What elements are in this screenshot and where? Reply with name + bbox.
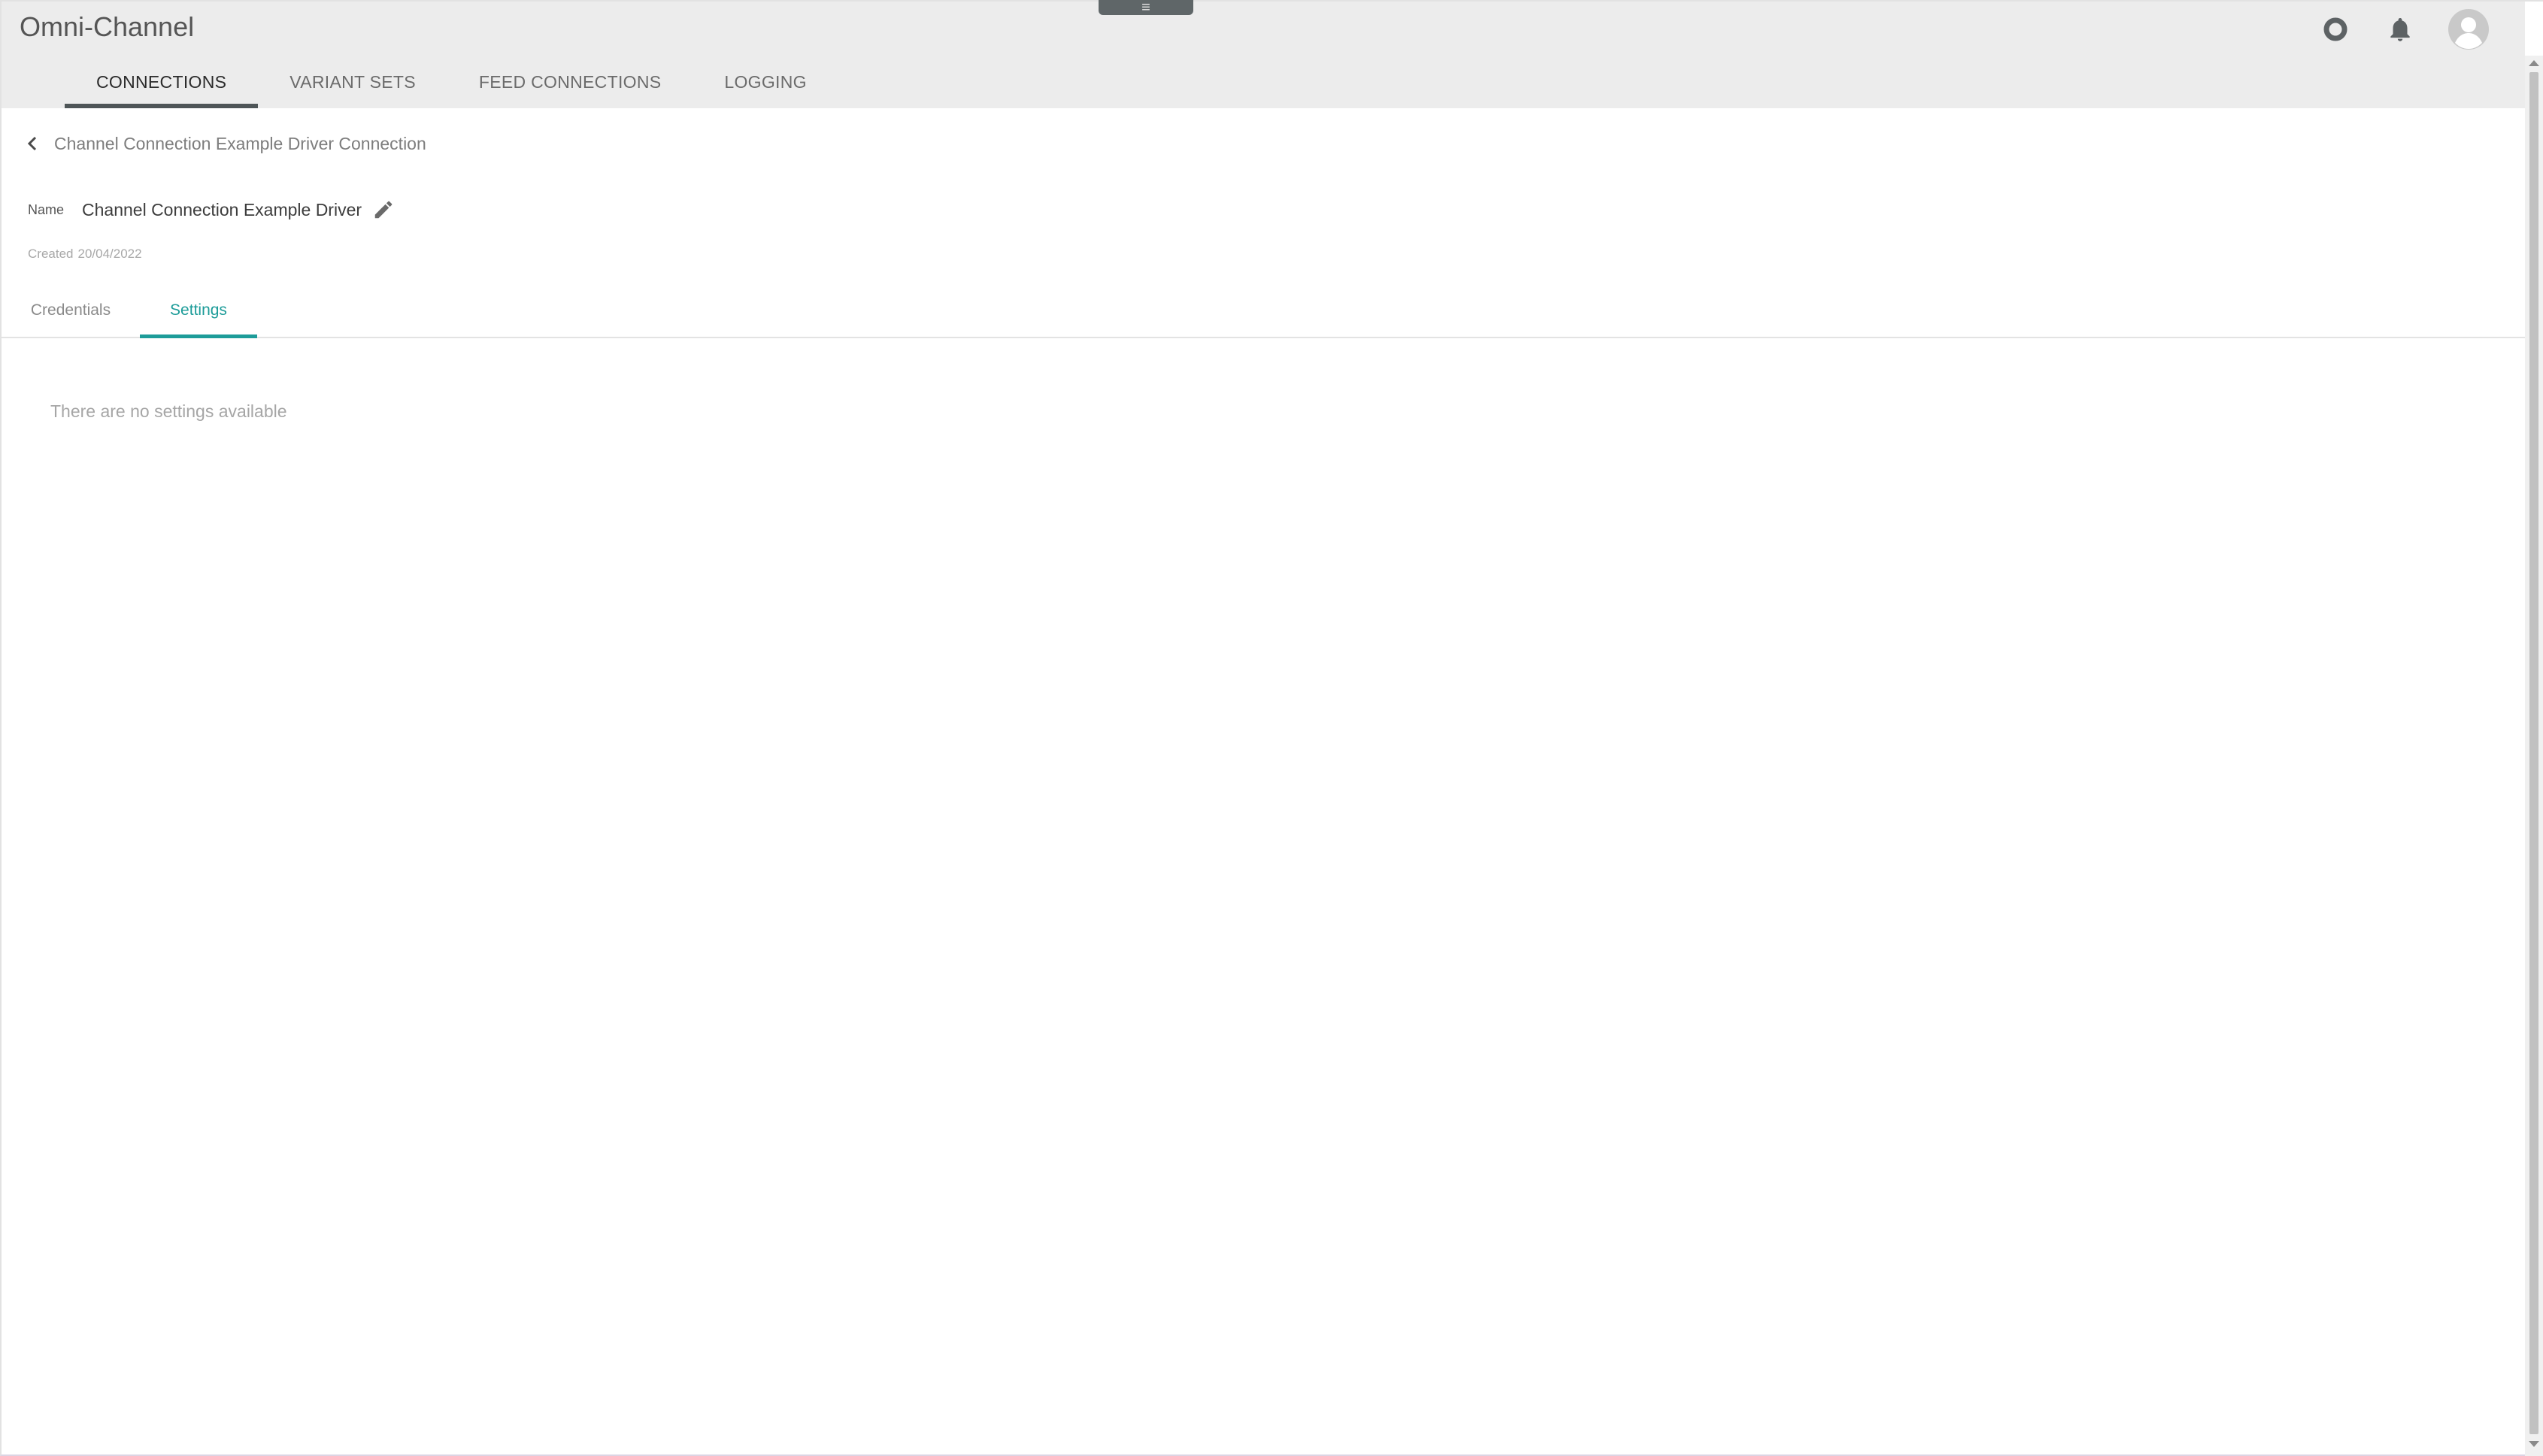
tab-credentials[interactable]: Credentials: [2, 286, 140, 338]
tab-settings[interactable]: Settings: [140, 286, 257, 338]
tab-variant-sets[interactable]: VARIANT SETS: [258, 57, 447, 108]
name-value: Channel Connection Example Driver: [82, 199, 362, 219]
settings-empty-message: There are no settings available: [50, 401, 287, 421]
created-date: 20/04/2022: [77, 247, 142, 261]
vertical-scrollbar[interactable]: [2525, 56, 2543, 1456]
menu-icon: ≡: [1141, 0, 1150, 16]
tab-feed-connections[interactable]: FEED CONNECTIONS: [447, 57, 693, 108]
header-actions: [2314, 8, 2490, 51]
name-field-row: Name Channel Connection Example Driver: [28, 198, 395, 221]
created-label: Created: [28, 247, 74, 261]
drawer-handle[interactable]: ≡: [1099, 0, 1193, 15]
detail-tabs: Credentials Settings: [2, 286, 2525, 338]
chevron-left-icon[interactable]: [26, 132, 45, 155]
help-ring-icon[interactable]: [2314, 8, 2357, 50]
bell-icon[interactable]: [2379, 8, 2421, 50]
scroll-up-arrow[interactable]: [2529, 60, 2539, 66]
breadcrumb: Channel Connection Example Driver Connec…: [26, 132, 426, 155]
pencil-icon[interactable]: [372, 198, 395, 221]
scroll-down-arrow[interactable]: [2529, 1441, 2539, 1447]
app-title: Omni-Channel: [20, 11, 195, 42]
name-label: Name: [28, 201, 65, 217]
tab-connections[interactable]: CONNECTIONS: [65, 57, 259, 108]
main-nav-tabs: CONNECTIONS VARIANT SETS FEED CONNECTION…: [65, 57, 838, 108]
breadcrumb-title: Channel Connection Example Driver Connec…: [54, 133, 426, 153]
app-header: Omni-Channel CONNECTIONS VARIANT SETS FE…: [2, 2, 2525, 108]
scroll-thumb[interactable]: [2529, 72, 2538, 1434]
created-info: Created 20/04/2022: [28, 247, 147, 262]
user-avatar-icon[interactable]: [2447, 8, 2490, 51]
tab-logging[interactable]: LOGGING: [693, 57, 838, 108]
